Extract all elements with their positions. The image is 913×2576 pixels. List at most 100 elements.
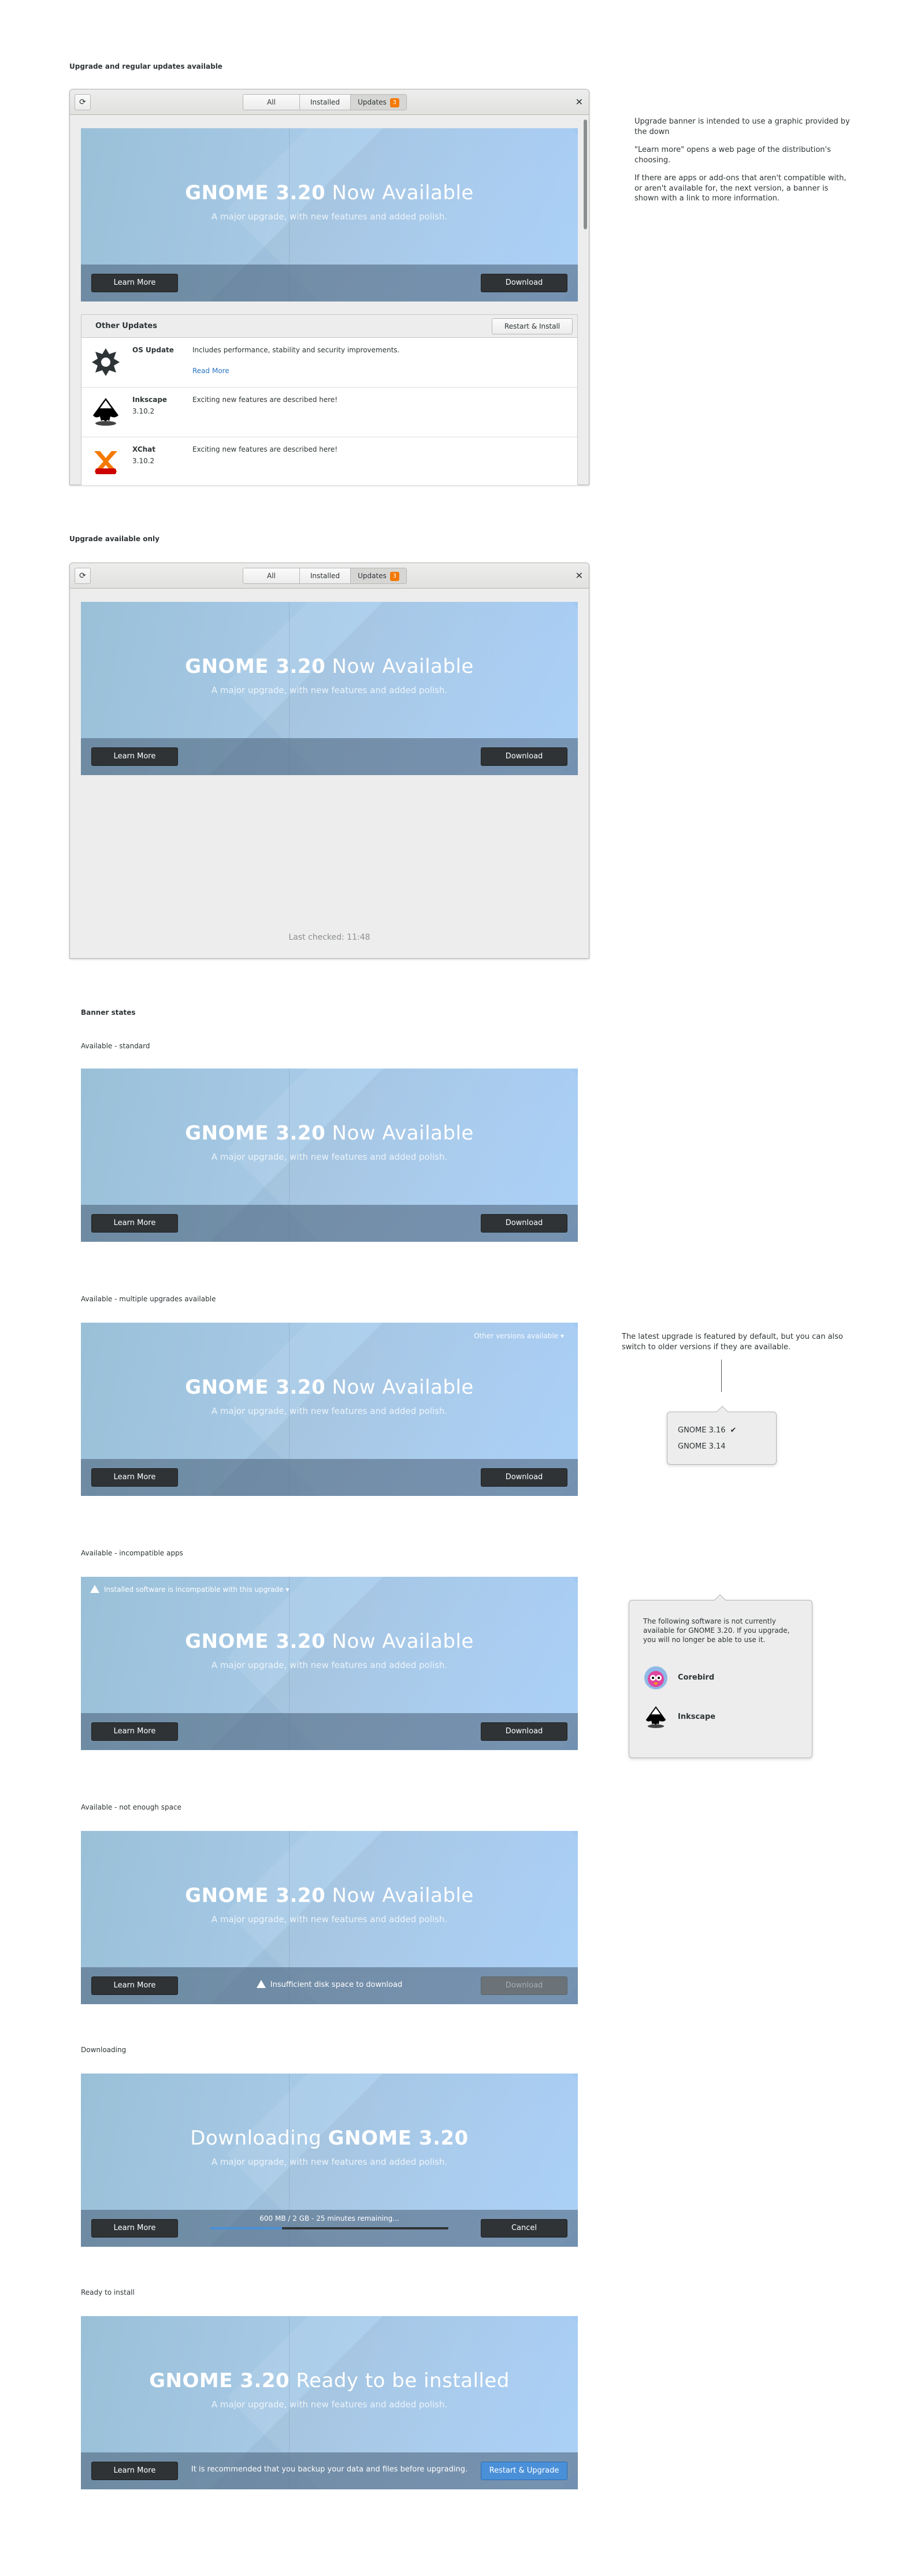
note-text: "Learn more" opens a web page of the dis… (634, 146, 831, 165)
download-button[interactable]: Download (481, 274, 567, 292)
chevron-down-icon: ▾ (285, 1585, 290, 1594)
version-option[interactable]: GNOME 3.16 ✔ (678, 1426, 736, 1435)
list-item[interactable]: Inkscape 3.10.2 Exciting new features ar… (81, 388, 577, 437)
banner-subtitle: A major upgrade, with new features and a… (211, 685, 448, 695)
download-progress-bar (210, 2227, 448, 2229)
section-title-regular: Upgrade and regular updates available (69, 62, 222, 70)
state-label-standard: Available - standard (81, 1042, 150, 1050)
download-progress-fill (210, 2227, 282, 2229)
download-button[interactable]: Download (481, 1722, 567, 1741)
callout-line (721, 1360, 722, 1392)
close-button[interactable]: ✕ (576, 570, 583, 581)
tab-installed[interactable]: Installed (300, 95, 351, 110)
state-label-multiple: Available - multiple upgrades available (81, 1295, 216, 1303)
refresh-icon: ⟳ (79, 98, 86, 107)
updates-count-badge: 3 (389, 572, 399, 581)
banner-subtitle: A major upgrade, with new features and a… (211, 1152, 448, 1162)
inkscape-icon (645, 1706, 666, 1728)
banner-subtitle: A major upgrade, with new features and a… (211, 2399, 448, 2410)
banner-actionbar: Learn More Download (81, 1205, 578, 1242)
learn-more-button[interactable]: Learn More (91, 1214, 178, 1233)
close-icon: ✕ (575, 96, 583, 107)
download-button[interactable]: Download (481, 1468, 567, 1487)
banner-actionbar: Learn More 600 MB / 2 GB - 25 minutes re… (81, 2210, 578, 2247)
learn-more-button[interactable]: Learn More (91, 747, 178, 766)
scrollbar[interactable] (584, 120, 587, 229)
incompatible-text: The following software is not currently … (643, 1617, 790, 1644)
tab-all[interactable]: All (243, 568, 300, 583)
banner-title: GNOME 3.20 Now Available (185, 1376, 474, 1399)
upgrade-banner-multiple: Other versions available ▾ GNOME 3.20 No… (81, 1323, 578, 1496)
download-button[interactable]: Download (481, 1214, 567, 1233)
read-more-link[interactable]: Read More (192, 367, 229, 375)
view-switcher: All Installed Updates 3 (243, 568, 407, 584)
upgrade-banner: GNOME 3.20 Now Available A major upgrade… (81, 602, 578, 775)
warning-icon (90, 1585, 99, 1593)
note-text: If there are apps or add-ons that aren't… (634, 174, 847, 203)
other-updates-title: Other Updates (95, 322, 157, 330)
state-label-incompatible: Available - incompatible apps (81, 1549, 183, 1557)
note-latest: The latest upgrade is featured by defaul… (622, 1332, 843, 1352)
warning-icon (256, 1980, 266, 1988)
tab-updates[interactable]: Updates 3 (351, 95, 406, 110)
update-description: Includes performance, stability and secu… (192, 346, 400, 354)
close-button[interactable]: ✕ (576, 96, 583, 107)
section-title-upgrade-only: Upgrade available only (69, 535, 159, 543)
tab-all[interactable]: All (243, 95, 300, 110)
restart-install-button[interactable]: Restart & Install (492, 318, 573, 334)
version-option[interactable]: GNOME 3.14 (678, 1442, 726, 1451)
restart-upgrade-button[interactable]: Restart & Upgrade (481, 2462, 567, 2480)
learn-more-button[interactable]: Learn More (91, 274, 178, 292)
download-button[interactable]: Download (481, 747, 567, 766)
list-item[interactable]: OS Update Includes performance, stabilit… (81, 338, 577, 388)
chevron-down-icon: ▾ (560, 1332, 564, 1340)
learn-more-button[interactable]: Learn More (91, 1468, 178, 1487)
upgrade-banner-no-space: GNOME 3.20 Now Available A major upgrade… (81, 1831, 578, 2004)
checkmark-icon: ✔ (730, 1426, 737, 1435)
banner-title: GNOME 3.20 Now Available (185, 1122, 474, 1145)
banner-subtitle: A major upgrade, with new features and a… (211, 1406, 448, 1416)
learn-more-button[interactable]: Learn More (91, 1722, 178, 1741)
cancel-button[interactable]: Cancel (481, 2219, 567, 2238)
banner-subtitle: A major upgrade, with new features and a… (211, 1914, 448, 1924)
last-checked-label: Last checked: 11:48 (288, 933, 370, 942)
banner-subtitle: A major upgrade, with new features and a… (211, 1660, 448, 1670)
tab-updates[interactable]: Updates 3 (351, 568, 406, 583)
update-name: OS Update (132, 346, 174, 354)
banner-title: Downloading GNOME 3.20 (190, 2127, 469, 2150)
incompatible-popover: The following software is not currently … (629, 1594, 812, 1758)
view-switcher: All Installed Updates 3 (243, 94, 407, 110)
updates-count-badge: 3 (389, 98, 399, 107)
banner-title: GNOME 3.20 Now Available (185, 655, 474, 678)
versions-popover: GNOME 3.16 ✔ GNOME 3.14 (667, 1406, 777, 1465)
inkscape-icon (93, 398, 118, 426)
headerbar: ⟳ All Installed Updates 3 ✕ (70, 563, 589, 589)
list-item[interactable]: XChat 3.10.2 Exciting new features are d… (81, 437, 577, 487)
banner-subtitle: A major upgrade, with new features and a… (211, 2157, 448, 2167)
banner-actionbar: Learn More Download (81, 1459, 578, 1496)
state-label-no-space: Available - not enough space (81, 1803, 181, 1811)
banner-actionbar: Learn More Download (81, 265, 578, 301)
update-name: Inkscape (132, 396, 168, 404)
incompatible-app-name: Inkscape (678, 1713, 716, 1721)
note-text: Upgrade banner is intended to use a grap… (634, 117, 850, 136)
refresh-icon: ⟳ (79, 571, 86, 580)
tab-installed[interactable]: Installed (300, 568, 351, 583)
close-icon: ✕ (575, 570, 583, 581)
refresh-button[interactable]: ⟳ (75, 568, 91, 584)
tab-updates-label: Updates (358, 98, 387, 106)
corebird-icon (644, 1666, 667, 1689)
banner-title: GNOME 3.20 Now Available (185, 1884, 474, 1907)
xchat-icon (94, 451, 117, 474)
state-label-ready: Ready to install (81, 2288, 135, 2296)
other-updates-list: Other Updates Restart & Install OS Updat… (81, 314, 578, 485)
incompatible-warning-link[interactable]: Installed software is incompatible with … (90, 1585, 289, 1594)
other-versions-dropdown[interactable]: Other versions available ▾ (474, 1332, 564, 1340)
state-label-downloading: Downloading (81, 2046, 127, 2054)
upgrade-banner-standard: GNOME 3.20 Now Available A major upgrade… (81, 1069, 578, 1242)
update-description: Exciting new features are described here… (192, 396, 338, 404)
banner-title: GNOME 3.20 Now Available (185, 1630, 474, 1653)
section-title-banner-states: Banner states (81, 1008, 136, 1017)
banner-actionbar: Learn More Download (81, 738, 578, 775)
refresh-button[interactable]: ⟳ (75, 94, 91, 110)
